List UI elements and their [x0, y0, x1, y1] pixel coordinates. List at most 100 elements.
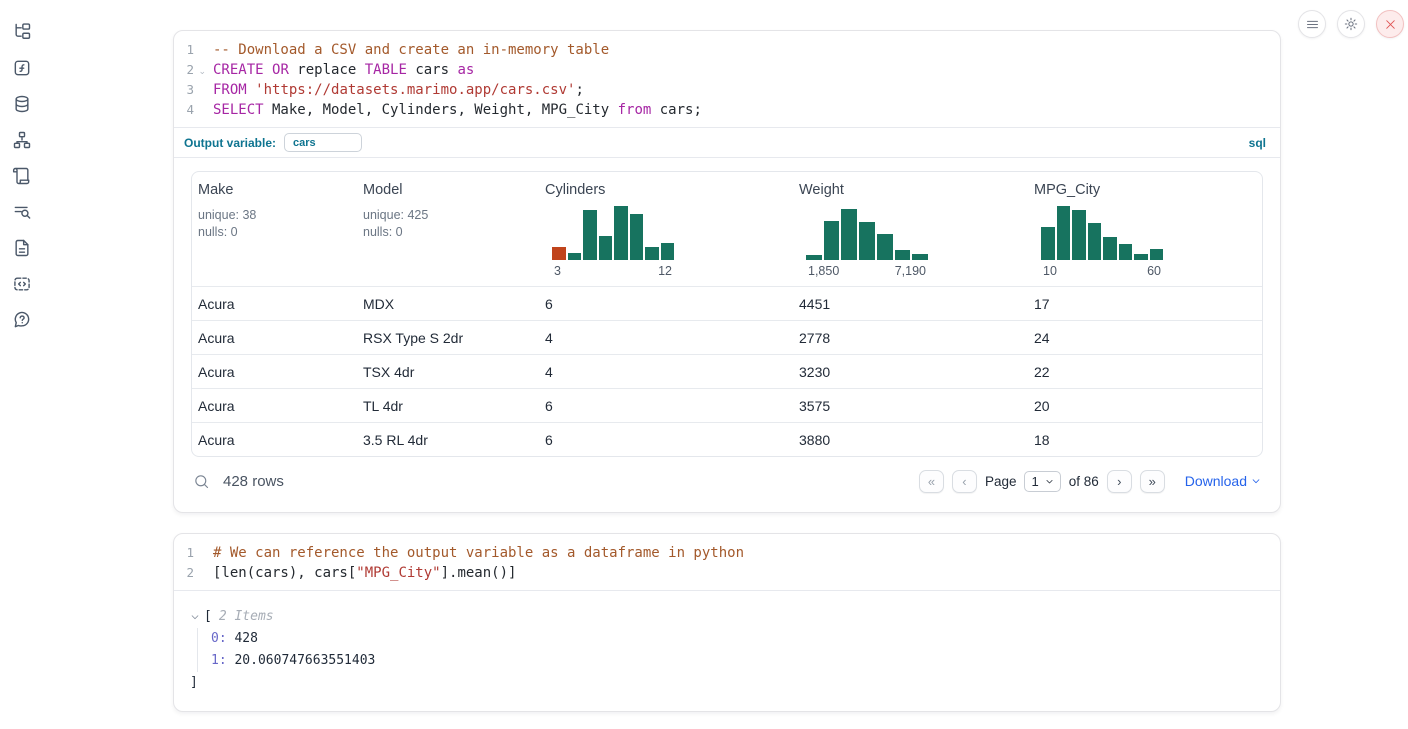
shutdown-button[interactable]	[1376, 10, 1404, 38]
code-text: -- Download a CSV and create an in-memor…	[204, 40, 609, 60]
code-token: "MPG_City"	[356, 565, 440, 581]
histogram-bar[interactable]	[1041, 227, 1055, 260]
code-token: replace	[289, 62, 365, 78]
marimo-notebook: 1-- Download a CSV and create an in-memo…	[0, 0, 1408, 729]
tree-entries: 0: 428 1: 20.060747663551403	[197, 628, 1264, 672]
output-variable-input[interactable]	[284, 133, 362, 152]
histogram-bars	[1041, 206, 1163, 260]
histogram-bar[interactable]	[859, 222, 875, 260]
code-text: SELECT Make, Model, Cylinders, Weight, M…	[204, 100, 702, 120]
line-number: 2	[174, 563, 204, 583]
sql-cell: 1-- Download a CSV and create an in-memo…	[173, 30, 1281, 513]
code-token: CREATE	[213, 62, 264, 78]
histogram-bar[interactable]	[824, 221, 840, 260]
code-token: OR	[272, 62, 289, 78]
table-row[interactable]: AcuraMDX6445117	[192, 286, 1262, 320]
code-token: 'https://datasets.marimo.app/cars.csv'	[255, 82, 575, 98]
column-header-label[interactable]: MPG_City	[1034, 182, 1262, 198]
histogram-bar[interactable]	[630, 214, 644, 260]
line-number: 4	[174, 100, 204, 120]
histogram-bar[interactable]	[614, 206, 628, 260]
chevron-down-icon	[1251, 476, 1261, 486]
histogram-bar[interactable]	[841, 209, 857, 260]
histogram-bar[interactable]	[877, 234, 893, 260]
dependency-graph-icon[interactable]	[10, 128, 34, 152]
function-icon[interactable]	[10, 56, 34, 80]
table-row[interactable]: AcuraRSX Type S 2dr4277824	[192, 320, 1262, 354]
code-line[interactable]: 1-- Download a CSV and create an in-memo…	[174, 40, 1280, 60]
open-bracket: [	[204, 606, 212, 628]
snippets-icon[interactable]	[10, 272, 34, 296]
column-header-label[interactable]: Make	[198, 182, 357, 198]
weight-histogram: 1,8507,190	[806, 206, 928, 278]
table-cell: Acura	[192, 364, 357, 380]
histogram-bar[interactable]	[1057, 206, 1071, 260]
histogram-bar[interactable]	[599, 236, 613, 260]
line-number: 2⌄	[174, 60, 204, 80]
collapse-chevron-icon[interactable]	[190, 612, 200, 622]
download-button[interactable]: Download	[1185, 473, 1261, 489]
table-row[interactable]: AcuraTL 4dr6357520	[192, 388, 1262, 422]
histogram-bar[interactable]	[895, 250, 911, 260]
line-number: 1	[174, 40, 204, 60]
table-cell: Acura	[192, 432, 357, 448]
histogram-axis-labels: 312	[552, 264, 674, 278]
histogram-bar[interactable]	[1119, 244, 1133, 260]
file-tree-icon[interactable]	[10, 20, 34, 44]
column-header-label[interactable]: Model	[363, 182, 539, 198]
table-row[interactable]: AcuraTSX 4dr4323022	[192, 354, 1262, 388]
prev-page-button[interactable]: ‹	[952, 470, 977, 493]
histogram-bars	[552, 206, 674, 260]
code-line[interactable]: 2[len(cars), cars["MPG_City"].mean()]	[174, 563, 1280, 583]
histogram-bar[interactable]	[1150, 249, 1164, 260]
histogram-bar[interactable]	[912, 254, 928, 260]
histogram-bar[interactable]	[806, 255, 822, 260]
menu-button[interactable]	[1298, 10, 1326, 38]
histogram-bar[interactable]	[568, 253, 582, 260]
close-bracket: ]	[190, 672, 1264, 694]
histogram-bar[interactable]	[1088, 223, 1102, 260]
column-header-label[interactable]: Cylinders	[545, 182, 793, 198]
table-cell: 3.5 RL 4dr	[357, 432, 539, 448]
code-line[interactable]: 2⌄CREATE OR replace TABLE cars as	[174, 60, 1280, 80]
code-token: SELECT	[213, 102, 264, 118]
notebook-cells: 1-- Download a CSV and create an in-memo…	[173, 30, 1281, 712]
last-page-button[interactable]: »	[1140, 470, 1165, 493]
table-row[interactable]: Acura3.5 RL 4dr6388018	[192, 422, 1262, 456]
table-cell: 6	[539, 296, 793, 312]
histogram-bar[interactable]	[661, 243, 675, 260]
fold-chevron-icon[interactable]: ⌄	[198, 61, 206, 81]
page-select[interactable]: 1	[1024, 471, 1060, 492]
search-button[interactable]	[193, 473, 210, 490]
sql-code-editor[interactable]: 1-- Download a CSV and create an in-memo…	[174, 31, 1280, 127]
table-cell: 4	[539, 330, 793, 346]
code-token: FROM	[213, 82, 247, 98]
histogram-bar[interactable]	[1134, 254, 1148, 260]
column-model: Model unique: 425 nulls: 0	[357, 182, 539, 278]
scroll-icon[interactable]	[10, 164, 34, 188]
histogram-bar[interactable]	[552, 247, 566, 261]
database-icon[interactable]	[10, 92, 34, 116]
code-token: from	[618, 102, 652, 118]
settings-button[interactable]	[1337, 10, 1365, 38]
histogram-bar[interactable]	[645, 247, 659, 261]
table-cell: Acura	[192, 398, 357, 414]
document-icon[interactable]	[10, 236, 34, 260]
code-token	[247, 82, 255, 98]
first-page-button[interactable]: «	[919, 470, 944, 493]
search-logs-icon[interactable]	[10, 200, 34, 224]
code-line[interactable]: 3FROM 'https://datasets.marimo.app/cars.…	[174, 80, 1280, 100]
python-code-editor[interactable]: 1# We can reference the output variable …	[174, 534, 1280, 590]
histogram-bar[interactable]	[1072, 210, 1086, 260]
code-line[interactable]: 4SELECT Make, Model, Cylinders, Weight, …	[174, 100, 1280, 120]
histogram-bar[interactable]	[583, 210, 597, 260]
column-header-label[interactable]: Weight	[799, 182, 1028, 198]
code-line[interactable]: 1# We can reference the output variable …	[174, 543, 1280, 563]
help-icon[interactable]	[10, 308, 34, 332]
histogram-bar[interactable]	[1103, 237, 1117, 260]
row-count: 428 rows	[223, 473, 284, 490]
table-cell: 6	[539, 398, 793, 414]
column-make: Make unique: 38 nulls: 0	[192, 182, 357, 278]
code-text: [len(cars), cars["MPG_City"].mean()]	[204, 563, 516, 583]
next-page-button[interactable]: ›	[1107, 470, 1132, 493]
